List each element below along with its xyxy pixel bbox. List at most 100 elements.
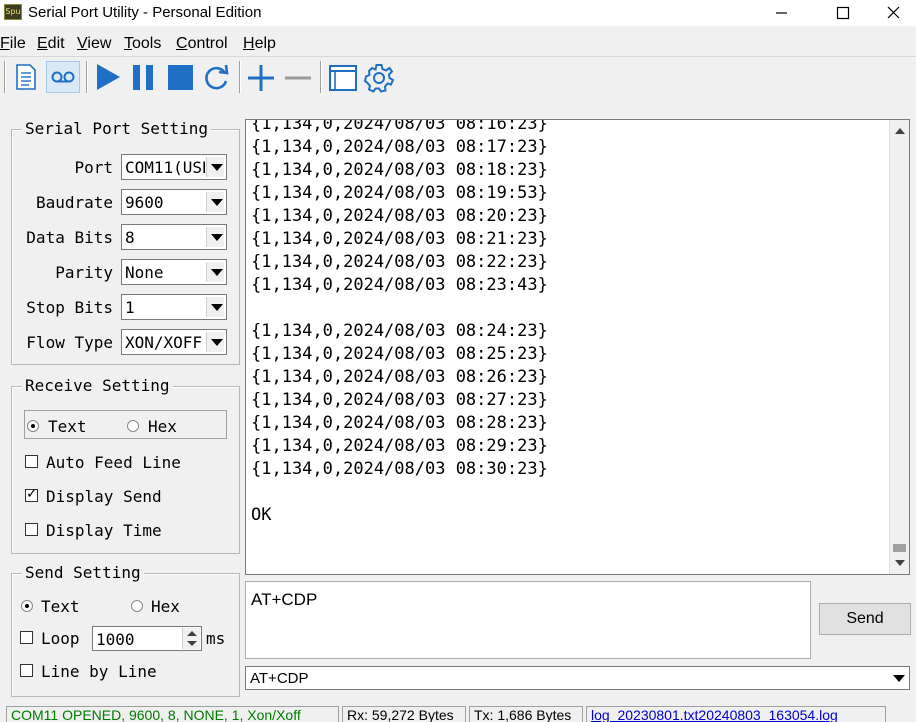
receive-text-label[interactable]: Text — [48, 417, 87, 436]
window-button[interactable] — [326, 61, 360, 93]
minimize-button[interactable] — [758, 0, 804, 26]
chevron-down-icon[interactable] — [206, 332, 224, 352]
send-hex-radio[interactable] — [131, 600, 143, 612]
menu-help[interactable]: Help — [243, 35, 276, 53]
data-bits-select[interactable]: 8 — [121, 224, 227, 250]
settings-gear-icon — [363, 64, 395, 93]
stop-bits-value: 1 — [125, 298, 135, 317]
chevron-down-icon[interactable] — [206, 297, 224, 317]
port-select[interactable]: COM11(USB — [121, 154, 227, 180]
window-icon — [329, 65, 357, 91]
remove-button[interactable] — [281, 61, 315, 93]
loop-unit-label: ms — [206, 629, 226, 648]
display-time-checkbox[interactable] — [25, 523, 38, 536]
receive-line — [251, 297, 548, 320]
refresh-button[interactable] — [199, 61, 233, 93]
remove-icon — [285, 76, 311, 80]
add-button[interactable] — [244, 61, 278, 93]
receive-line: {1,134,0,2024/08/03 08:25:23} — [251, 344, 548, 364]
scrollbar-thumb[interactable] — [893, 544, 906, 552]
baudrate-value: 9600 — [125, 193, 164, 212]
title-bar: Spu Serial Port Utility - Personal Editi… — [0, 0, 916, 26]
stop-bits-select[interactable]: 1 — [121, 294, 227, 320]
window-title: Serial Port Utility - Personal Edition — [28, 4, 262, 21]
send-button[interactable]: Send — [819, 603, 911, 635]
parity-label: Parity — [55, 263, 113, 282]
serial-port-setting-title: Serial Port Setting — [22, 119, 212, 138]
data-bits-value: 8 — [125, 228, 135, 247]
receive-text-area[interactable]: {1,134,0,2024/08/03 08:16:23} {1,134,0,20… — [245, 119, 910, 575]
scroll-down-icon[interactable] — [890, 554, 909, 572]
auto-feed-line-checkbox[interactable] — [25, 455, 38, 468]
toolbar-separator — [320, 61, 322, 93]
receive-line: {1,134,0,2024/08/03 08:19:53} — [251, 183, 548, 203]
line-by-line-label[interactable]: Line by Line — [41, 662, 157, 681]
maximize-button[interactable] — [820, 0, 866, 26]
loop-interval-spinbox[interactable]: 1000 — [92, 626, 202, 651]
scroll-up-icon[interactable] — [890, 122, 909, 140]
menu-tools[interactable]: Tools — [124, 35, 161, 53]
send-text-label[interactable]: Text — [41, 597, 80, 616]
play-icon — [97, 64, 120, 90]
stop-button[interactable] — [163, 61, 197, 93]
flow-type-label: Flow Type — [26, 333, 113, 352]
display-send-checkbox[interactable] — [25, 486, 38, 502]
display-time-label[interactable]: Display Time — [46, 521, 162, 540]
menu-control[interactable]: Control — [176, 35, 228, 53]
baudrate-select[interactable]: 9600 — [121, 189, 227, 215]
send-text-area[interactable]: AT+CDP — [245, 581, 811, 659]
menu-file[interactable]: File — [0, 35, 26, 53]
loop-interval-value[interactable]: 1000 — [96, 630, 135, 649]
chevron-down-icon[interactable] — [206, 157, 224, 177]
menu-view[interactable]: View — [77, 35, 111, 53]
line-by-line-checkbox[interactable] — [20, 664, 33, 677]
status-log-file-link[interactable]: log_20230801.txt20240803_163054.log — [586, 706, 886, 722]
play-button[interactable] — [91, 61, 125, 93]
parity-value: None — [125, 263, 164, 282]
toolbar-separator — [86, 61, 88, 93]
loop-label[interactable]: Loop — [41, 629, 80, 648]
receive-hex-radio[interactable] — [127, 420, 139, 432]
receive-line: {1,134,0,2024/08/03 08:16:23} — [251, 119, 548, 134]
send-text-value[interactable]: AT+CDP — [251, 590, 317, 610]
settings-button[interactable] — [362, 61, 396, 93]
send-history-select[interactable]: AT+CDP — [245, 666, 910, 690]
parity-select[interactable]: None — [121, 259, 227, 285]
chevron-down-icon[interactable] — [206, 262, 224, 282]
chevron-down-icon[interactable] — [889, 669, 907, 687]
receive-hex-label[interactable]: Hex — [148, 417, 177, 436]
receive-setting-title: Receive Setting — [22, 376, 173, 395]
flow-type-select[interactable]: XON/XOFF — [121, 329, 227, 355]
status-rx: Rx: 59,272 Bytes — [342, 706, 466, 722]
toolbar-separator — [239, 61, 241, 93]
chevron-down-icon[interactable] — [206, 227, 224, 247]
loop-checkbox[interactable] — [20, 631, 33, 644]
baudrate-label: Baudrate — [35, 193, 113, 212]
receive-line: {1,134,0,2024/08/03 08:30:23} — [251, 459, 548, 479]
spin-down-icon[interactable] — [182, 638, 200, 649]
chevron-down-icon[interactable] — [206, 192, 224, 212]
auto-feed-line-label[interactable]: Auto Feed Line — [46, 453, 181, 472]
receive-scrollbar[interactable] — [889, 120, 909, 574]
receive-text-content: {1,134,0,2024/08/03 08:16:23} {1,134,0,20… — [251, 119, 548, 527]
close-button[interactable] — [870, 0, 916, 26]
receive-line: {1,134,0,2024/08/03 08:17:23} — [251, 137, 548, 157]
menu-edit[interactable]: Edit — [37, 35, 65, 53]
app-icon: Spu — [4, 4, 22, 20]
flow-type-value: XON/XOFF — [125, 333, 203, 352]
status-bar: COM11 OPENED, 9600, 8, NONE, 1, Xon/Xoff… — [0, 705, 916, 722]
receive-line: {1,134,0,2024/08/03 08:21:23} — [251, 229, 548, 249]
port-label: Port — [74, 158, 113, 177]
new-document-button[interactable] — [9, 61, 43, 93]
display-send-label[interactable]: Display Send — [46, 487, 162, 506]
pause-button[interactable] — [127, 61, 161, 93]
send-text-radio[interactable] — [21, 600, 33, 612]
receive-text-radio[interactable] — [27, 420, 39, 432]
receive-line: {1,134,0,2024/08/03 08:23:43} — [251, 275, 548, 295]
port-value: COM11(USB — [125, 158, 205, 177]
receive-line: {1,134,0,2024/08/03 08:22:23} — [251, 252, 548, 272]
send-hex-label[interactable]: Hex — [151, 597, 180, 616]
send-history-value[interactable]: AT+CDP — [250, 670, 308, 687]
record-button[interactable] — [46, 61, 80, 93]
close-icon — [887, 6, 900, 19]
